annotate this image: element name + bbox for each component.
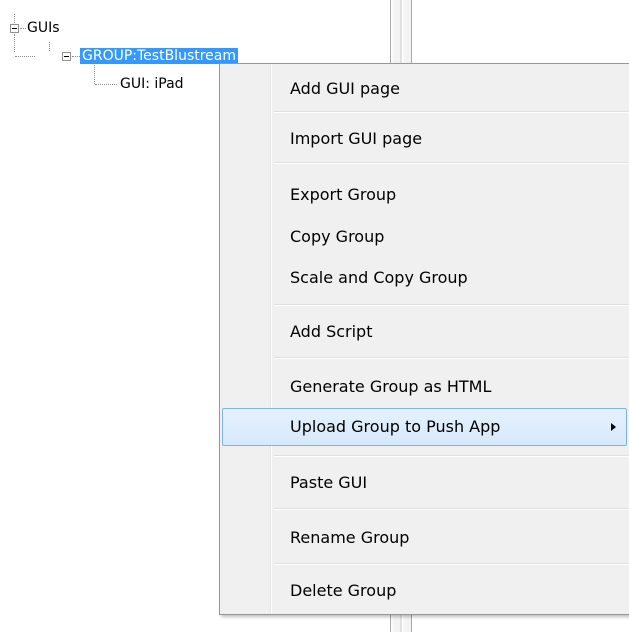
menu-item-label: Delete Group <box>290 581 397 600</box>
menu-item-copy-group[interactable]: Copy Group <box>222 218 627 256</box>
menu-item-label: Paste GUI <box>290 473 368 492</box>
tree-node-label: GUI: iPad <box>120 76 184 92</box>
tree-node-label: GUIs <box>27 20 60 36</box>
tree-line-icon <box>15 56 35 58</box>
menu-separator <box>274 455 629 457</box>
context-menu: Add GUI page Import GUI page Export Grou… <box>219 63 629 615</box>
menu-item-label: Copy Group <box>290 227 385 246</box>
menu-separator <box>274 508 629 510</box>
menu-item-label: Add Script <box>290 322 373 341</box>
menu-separator <box>274 304 629 306</box>
menu-item-upload-group-to-push-app[interactable]: Upload Group to Push App <box>222 408 627 446</box>
menu-item-label: Import GUI page <box>290 129 423 148</box>
menu-item-label: Upload Group to Push App <box>290 417 501 436</box>
menu-item-delete-group[interactable]: Delete Group <box>222 572 627 610</box>
menu-item-paste-gui[interactable]: Paste GUI <box>222 464 627 502</box>
menu-separator <box>274 563 629 565</box>
menu-item-label: Add GUI page <box>290 79 400 98</box>
menu-separator <box>274 111 629 113</box>
tree-line-icon <box>95 84 117 86</box>
tree-node-guis[interactable]: GUIs <box>27 18 60 38</box>
menu-separator <box>274 162 629 164</box>
collapse-icon[interactable] <box>62 52 71 61</box>
menu-item-scale-and-copy-group[interactable]: Scale and Copy Group <box>222 259 627 297</box>
menu-item-import-gui-page[interactable]: Import GUI page <box>222 120 627 158</box>
tree-node-gui-ipad[interactable]: GUI: iPad <box>120 74 184 94</box>
menu-item-label: Scale and Copy Group <box>290 268 468 287</box>
tree-node-label: GROUP:TestBlustream <box>80 48 238 64</box>
tree-line-icon <box>49 42 51 51</box>
menu-item-rename-group[interactable]: Rename Group <box>222 519 627 557</box>
tree-line-icon <box>20 28 26 30</box>
tree-line-icon <box>94 62 96 84</box>
tree-line-icon <box>14 14 16 23</box>
menu-item-add-gui-page[interactable]: Add GUI page <box>222 70 627 108</box>
menu-item-export-group[interactable]: Export Group <box>222 176 627 214</box>
menu-item-add-script[interactable]: Add Script <box>222 313 627 351</box>
submenu-arrow-icon <box>611 423 616 431</box>
menu-item-label: Rename Group <box>290 528 410 547</box>
tree-line-icon <box>14 34 16 52</box>
collapse-icon[interactable] <box>10 24 19 33</box>
menu-separator <box>274 357 629 359</box>
menu-item-label: Generate Group as HTML <box>290 377 492 396</box>
tree-line-icon <box>72 56 80 58</box>
menu-item-label: Export Group <box>290 185 397 204</box>
menu-item-generate-group-as-html[interactable]: Generate Group as HTML <box>222 368 627 406</box>
tree-node-group[interactable]: GROUP:TestBlustream <box>80 46 238 66</box>
